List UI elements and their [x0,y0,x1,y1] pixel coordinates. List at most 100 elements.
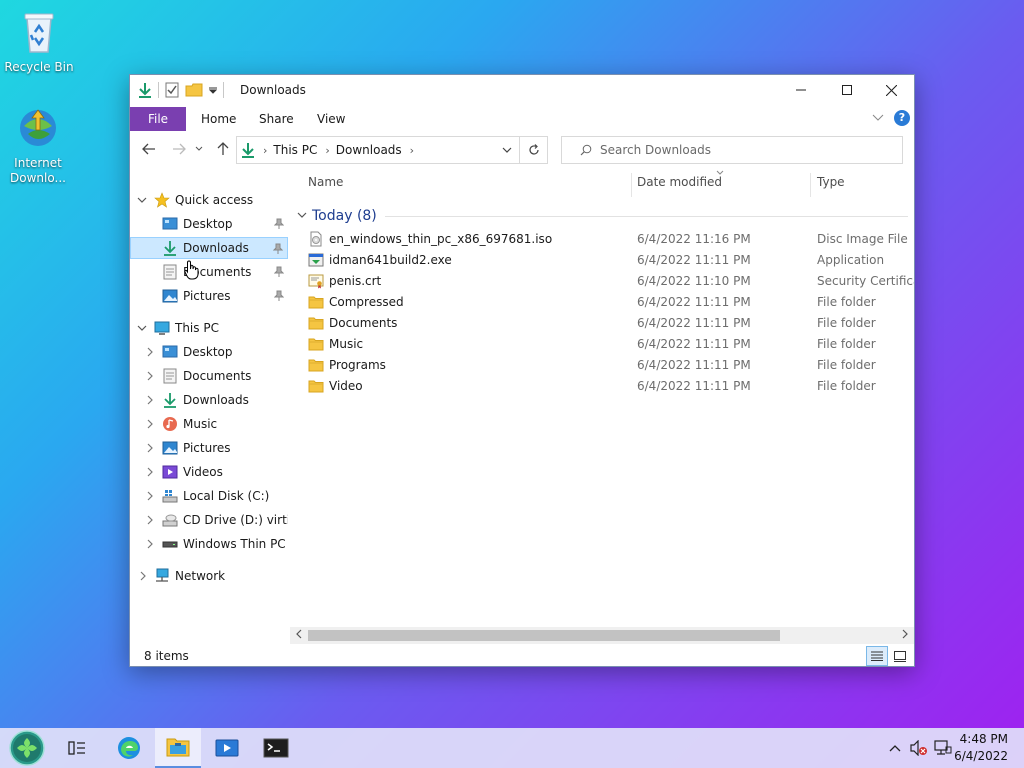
media-player-taskbar-button[interactable] [204,728,250,768]
collapse-chevron-icon[interactable] [136,194,148,206]
nav-network[interactable]: Network [130,565,288,587]
folder-icon [308,296,324,309]
pin-icon[interactable] [274,218,284,230]
expand-chevron-icon[interactable] [144,490,156,502]
address-bar[interactable]: › This PC › Downloads › [236,136,520,164]
task-view-button[interactable] [54,728,100,768]
nav-quick-desktop[interactable]: Desktop [130,213,288,235]
search-input[interactable]: Search Downloads [600,143,711,157]
list-item[interactable]: Music 6/4/2022 11:11 PM File folder [304,334,914,355]
breadcrumb-separator-icon[interactable]: › [325,144,329,157]
file-explorer-taskbar-button[interactable] [155,728,201,768]
breadcrumb-separator-icon[interactable]: › [410,144,414,157]
expand-chevron-icon[interactable] [144,442,156,454]
column-divider[interactable] [810,173,811,197]
breadcrumb-this-pc[interactable]: This PC [273,143,317,157]
minimize-button[interactable] [778,75,824,105]
recent-locations-button[interactable] [192,139,206,159]
new-folder-icon[interactable] [185,83,203,97]
tab-view[interactable]: View [303,107,359,131]
expand-chevron-icon[interactable] [144,418,156,430]
group-header-today[interactable]: Today (8) [296,207,908,225]
list-item[interactable]: penis.crt 6/4/2022 11:10 PM Security Cer… [304,271,914,292]
nav-pc-music[interactable]: Music [130,413,288,435]
properties-icon[interactable] [165,82,179,98]
nav-quick-downloads[interactable]: Downloads [130,237,288,259]
nav-pc-cd-drive[interactable]: CD Drive (D:) virtio-win-0.1.2 [130,509,288,531]
list-item[interactable]: en_windows_thin_pc_x86_697681.iso 6/4/20… [304,229,914,250]
nav-pc-pictures[interactable]: Pictures [130,437,288,459]
address-dropdown-button[interactable] [495,137,519,163]
help-button[interactable]: ? [894,110,910,126]
expand-chevron-icon[interactable] [144,514,156,526]
expand-chevron-icon[interactable] [137,570,149,582]
forward-button[interactable] [168,139,190,159]
expand-chevron-icon[interactable] [144,346,156,358]
edge-taskbar-button[interactable] [106,728,152,768]
nav-pc-local-disk[interactable]: Local Disk (C:) [130,485,288,507]
column-header-date[interactable]: Date modified [637,175,722,189]
collapse-chevron-icon[interactable] [136,322,148,334]
expand-chevron-icon[interactable] [144,394,156,406]
column-divider[interactable] [631,173,632,197]
expand-chevron-icon[interactable] [144,466,156,478]
column-header-type[interactable]: Type [817,175,845,189]
maximize-button[interactable] [824,75,870,105]
volume-button[interactable] [910,740,928,756]
tab-file[interactable]: File [130,107,186,131]
nav-quick-access[interactable]: Quick access [130,189,288,211]
refresh-button[interactable] [520,136,548,164]
nav-pc-videos[interactable]: Videos [130,461,288,483]
desktop-icon-recycle-bin[interactable]: Recycle Bin [1,8,77,75]
download-arrow-icon [242,143,254,158]
nav-pc-downloads[interactable]: Downloads [130,389,288,411]
nav-quick-documents[interactable]: Documents [130,261,288,283]
expand-chevron-icon[interactable] [144,370,156,382]
scroll-right-button[interactable] [899,629,911,641]
clock[interactable]: 4:48 PM 6/4/2022 [954,731,1008,765]
nav-quick-pictures[interactable]: Pictures [130,285,288,307]
back-button[interactable] [138,139,160,159]
tab-share[interactable]: Share [245,107,308,131]
pin-icon[interactable] [274,266,284,278]
pin-icon[interactable] [274,290,284,302]
nav-this-pc[interactable]: This PC [130,317,288,339]
expand-chevron-icon[interactable] [144,538,156,550]
breadcrumb-downloads[interactable]: Downloads [336,143,402,157]
customize-dropdown-icon[interactable] [209,86,217,94]
recycle-bin-icon [24,13,54,53]
list-item[interactable]: Programs 6/4/2022 11:11 PM File folder [304,355,914,376]
search-box[interactable]: Search Downloads [561,136,903,164]
edge-icon [118,737,140,759]
breadcrumb-separator-icon[interactable]: › [263,144,267,157]
list-item[interactable]: Video 6/4/2022 11:11 PM File folder [304,376,914,397]
drive-icon [162,490,178,503]
nav-pc-desktop[interactable]: Desktop [130,341,288,363]
start-button[interactable] [4,728,50,768]
list-item[interactable]: Documents 6/4/2022 11:11 PM File folder [304,313,914,334]
taskbar: 4:48 PM 6/4/2022 [0,728,1024,768]
up-button[interactable] [212,139,234,159]
nav-pc-documents[interactable]: Documents [130,365,288,387]
column-header-name[interactable]: Name [308,175,343,189]
terminal-taskbar-button[interactable] [253,728,299,768]
scroll-left-button[interactable] [293,629,305,641]
nav-pc-windows-thin-pc[interactable]: Windows Thin PC (E:) [130,533,288,555]
tab-home[interactable]: Home [187,107,250,131]
list-item[interactable]: idman641build2.exe 6/4/2022 11:11 PM App… [304,250,914,271]
details-view-button[interactable] [866,646,888,666]
list-item[interactable]: Compressed 6/4/2022 11:11 PM File folder [304,292,914,313]
scroll-thumb[interactable] [308,630,780,641]
expand-ribbon-icon[interactable] [872,114,884,122]
large-icons-view-button[interactable] [889,646,911,666]
network-status-button[interactable] [934,740,952,756]
pin-icon[interactable] [273,243,283,255]
desktop-icon-idm[interactable]: Internet Downlo... [0,104,76,186]
explorer-window[interactable]: Downloads File Home Share View ? › This … [129,74,915,667]
network-icon [934,740,952,755]
close-button[interactable] [868,75,914,105]
computer-icon [154,321,170,335]
horizontal-scrollbar[interactable] [290,627,914,644]
show-hidden-icons-button[interactable] [886,740,904,756]
title-bar[interactable]: Downloads [130,75,914,105]
